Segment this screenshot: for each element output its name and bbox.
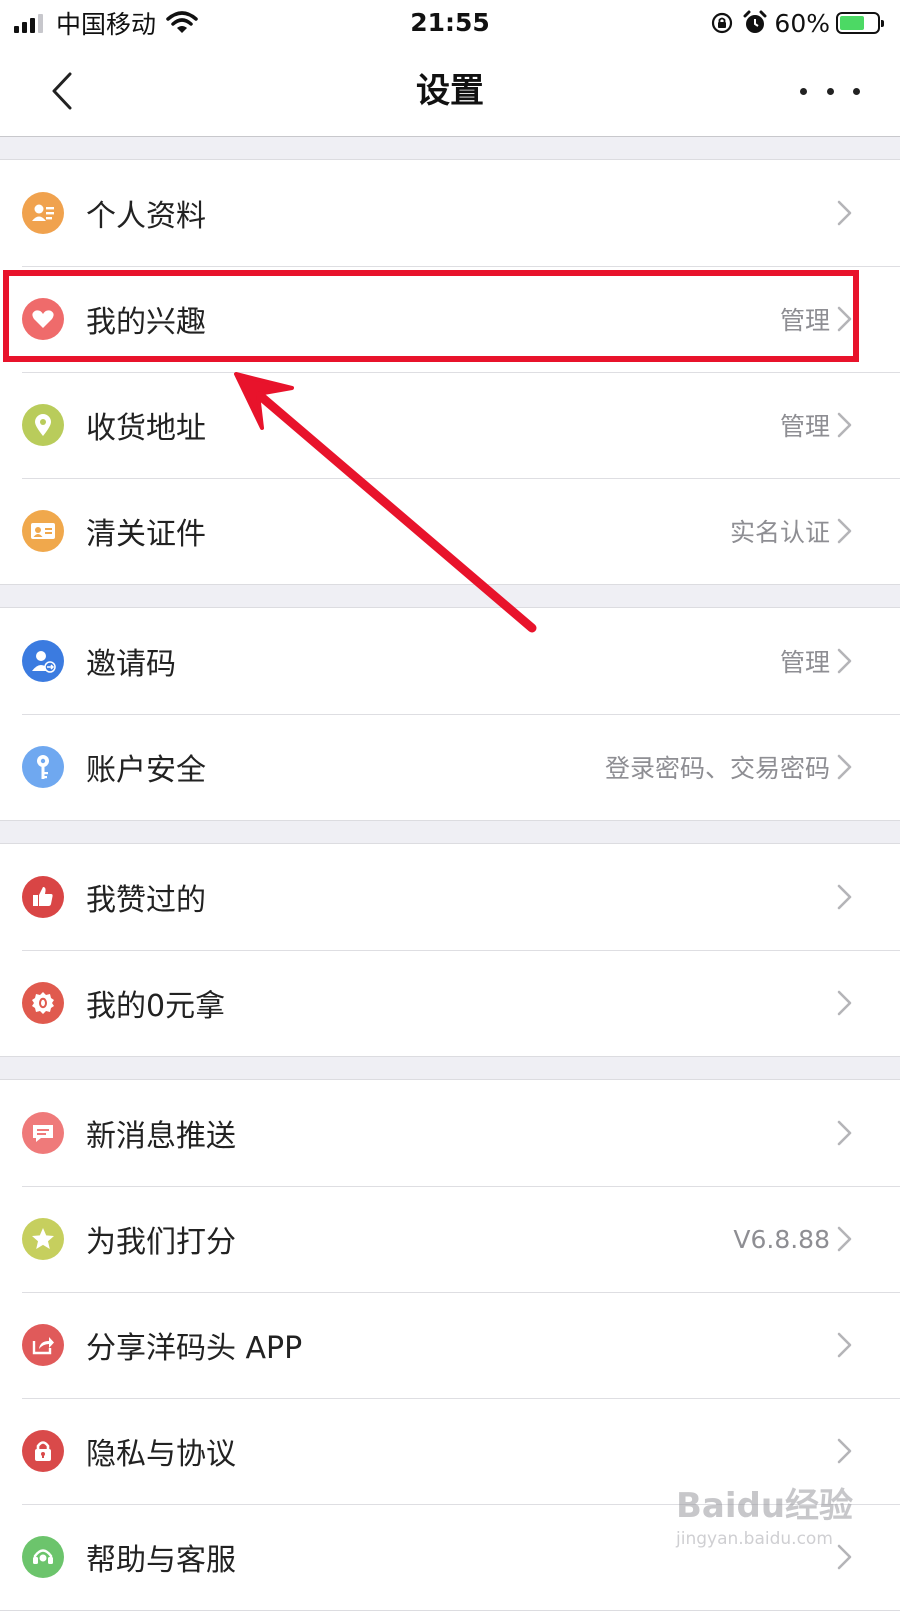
- settings-item-label: 清关证件: [86, 517, 206, 552]
- lock-icon: [22, 1430, 64, 1472]
- settings-group-2: 邀请码 管理 账户安全 登录密码、交易密码: [0, 607, 900, 821]
- settings-item-customs-id[interactable]: 清关证件 实名认证: [0, 478, 900, 584]
- nav-bar: 设置: [0, 46, 900, 137]
- settings-item-interests[interactable]: 我的兴趣 管理: [0, 266, 900, 372]
- settings-item-address[interactable]: 收货地址 管理: [0, 372, 900, 478]
- settings-item-help[interactable]: 帮助与客服: [0, 1504, 900, 1610]
- settings-group-1: 个人资料 我的兴趣 管理 收货地址 管理 清关证件 实名认证: [0, 159, 900, 585]
- settings-item-value: 登录密码、交易密码: [604, 754, 830, 783]
- chevron-right-icon: [837, 884, 852, 910]
- thumbs-up-icon: [22, 876, 64, 918]
- settings-item-value: 实名认证: [729, 518, 830, 547]
- message-icon: [22, 1112, 64, 1154]
- settings-item-profile[interactable]: 个人资料: [0, 160, 900, 266]
- settings-item-label: 为我们打分: [86, 1225, 236, 1260]
- battery-percent: 60%: [774, 8, 830, 38]
- settings-item-label: 分享洋码头 APP: [86, 1331, 303, 1366]
- more-button[interactable]: [800, 76, 860, 106]
- settings-group-3: 我赞过的 我的0元拿: [0, 843, 900, 1057]
- settings-item-label: 账户安全: [86, 753, 206, 788]
- settings-item-invite-code[interactable]: 邀请码 管理: [0, 608, 900, 714]
- invite-user-icon: [22, 640, 64, 682]
- settings-item-value: V6.8.88: [733, 1224, 830, 1254]
- chevron-right-icon: [837, 754, 852, 780]
- alarm-icon: [743, 10, 767, 33]
- chevron-right-icon: [837, 1120, 852, 1146]
- settings-item-label: 隐私与协议: [86, 1437, 236, 1472]
- settings-item-notifications[interactable]: 新消息推送: [0, 1080, 900, 1186]
- status-bar: 中国移动 21:55 60%: [0, 0, 900, 46]
- settings-item-share-app[interactable]: 分享洋码头 APP: [0, 1292, 900, 1398]
- chevron-right-icon: [837, 990, 852, 1016]
- chevron-right-icon: [837, 1226, 852, 1252]
- settings-item-rate-us[interactable]: 为我们打分 V6.8.88: [0, 1186, 900, 1292]
- settings-item-value: 管理: [779, 306, 830, 335]
- settings-item-label: 我的兴趣: [86, 305, 206, 340]
- back-button[interactable]: [40, 66, 90, 116]
- settings-item-label: 收货地址: [86, 411, 206, 446]
- settings-item-account-security[interactable]: 账户安全 登录密码、交易密码: [0, 714, 900, 820]
- headset-icon: [22, 1536, 64, 1578]
- settings-item-value: 管理: [779, 412, 830, 441]
- more-dots-icon: [800, 87, 860, 95]
- chevron-left-icon: [52, 72, 72, 110]
- profile-card-icon: [22, 192, 64, 234]
- settings-item-label: 我的0元拿: [86, 989, 226, 1024]
- settings-item-value: 管理: [779, 648, 830, 677]
- chevron-right-icon: [837, 1438, 852, 1464]
- share-icon: [22, 1324, 64, 1366]
- zero-badge-icon: [22, 982, 64, 1024]
- settings-item-zero-yuan[interactable]: 我的0元拿: [0, 950, 900, 1056]
- chevron-right-icon: [837, 412, 852, 438]
- settings-item-label: 我赞过的: [86, 883, 206, 918]
- location-pin-icon: [22, 404, 64, 446]
- chevron-right-icon: [837, 306, 852, 332]
- chevron-right-icon: [837, 1544, 852, 1570]
- heart-icon: [22, 298, 64, 340]
- key-icon: [22, 746, 64, 788]
- settings-item-label: 邀请码: [86, 647, 176, 682]
- settings-list: 个人资料 我的兴趣 管理 收货地址 管理 清关证件 实名认证 邀请码 管理 账户…: [0, 137, 900, 1611]
- star-icon: [22, 1218, 64, 1260]
- settings-item-label: 新消息推送: [86, 1119, 236, 1154]
- chevron-right-icon: [837, 518, 852, 544]
- chevron-right-icon: [837, 200, 852, 226]
- chevron-right-icon: [837, 648, 852, 674]
- settings-item-privacy[interactable]: 隐私与协议: [0, 1398, 900, 1504]
- status-right: 60%: [710, 4, 884, 42]
- id-card-icon: [22, 510, 64, 552]
- settings-group-4: 新消息推送 为我们打分 V6.8.88 分享洋码头 APP 隐私与协议 帮助与客…: [0, 1079, 900, 1611]
- chevron-right-icon: [837, 1332, 852, 1358]
- settings-item-label: 帮助与客服: [86, 1543, 236, 1578]
- page-title: 设置: [416, 71, 484, 111]
- settings-item-label: 个人资料: [86, 199, 206, 234]
- battery-charging-icon: [836, 12, 884, 34]
- rotation-lock-icon: [712, 12, 733, 34]
- settings-item-liked[interactable]: 我赞过的: [0, 844, 900, 950]
